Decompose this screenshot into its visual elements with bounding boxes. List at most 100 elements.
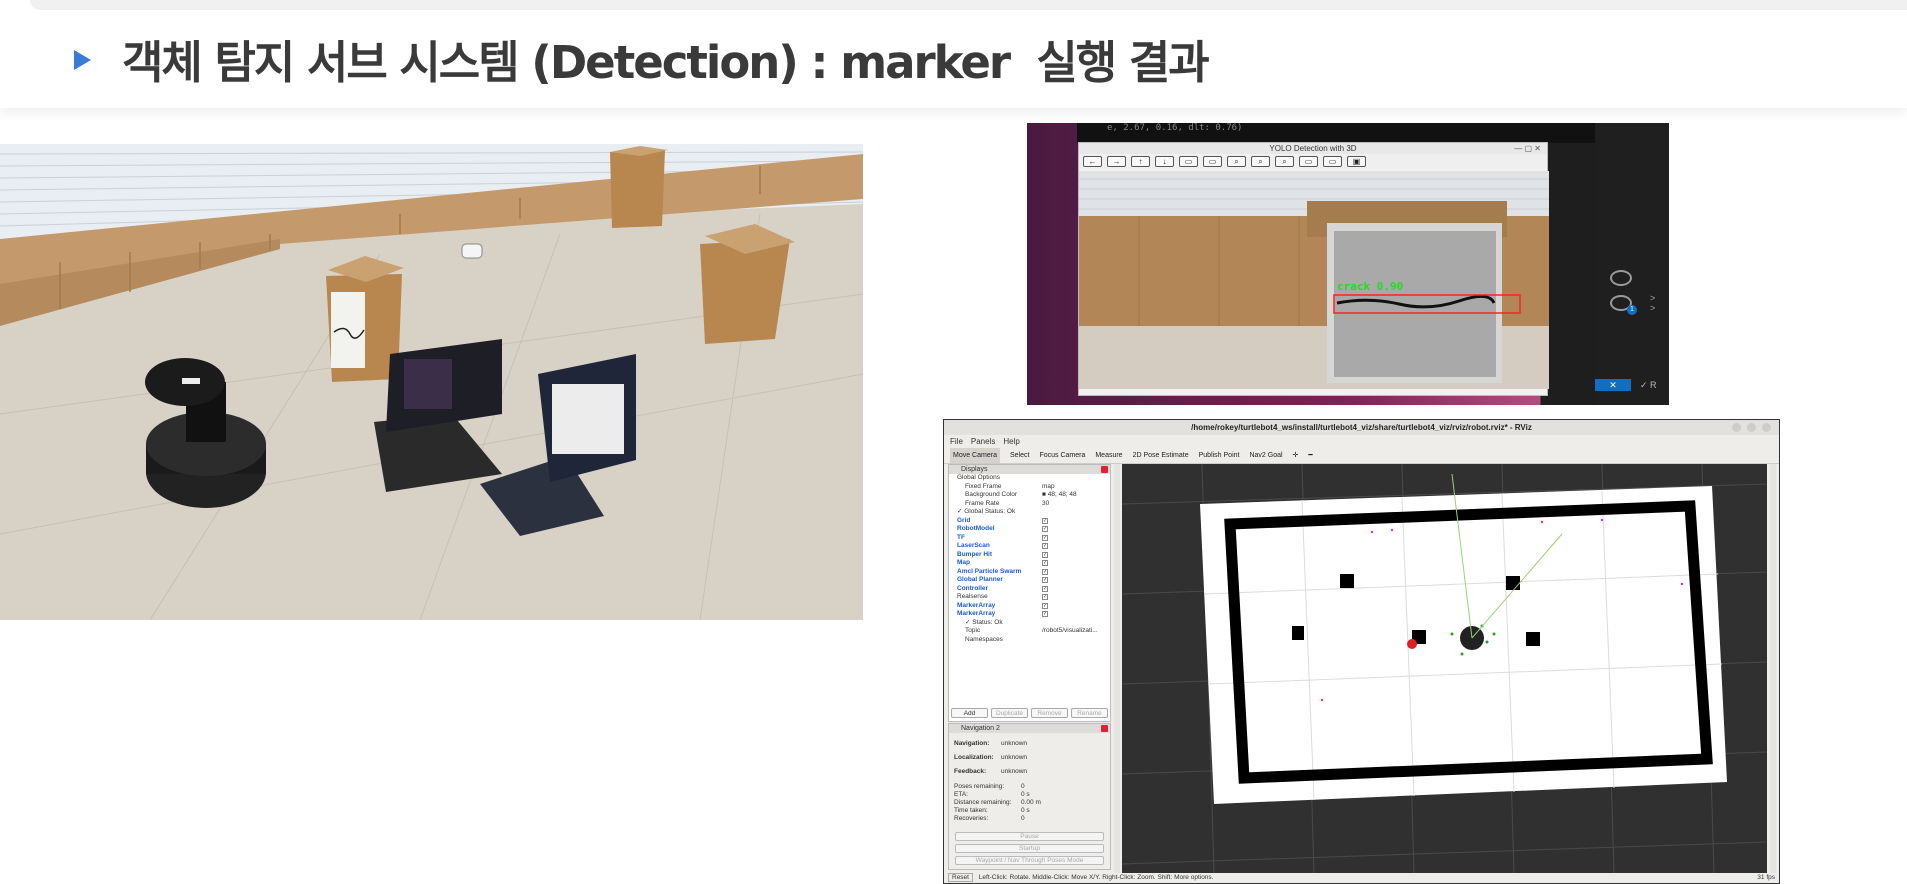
- save-image-icon[interactable]: ▭: [1299, 156, 1318, 167]
- duplicate-display-button[interactable]: Duplicate: [991, 708, 1028, 718]
- rviz-window-title: /home/rokey/turtlebot4_ws/install/turtle…: [1191, 423, 1532, 432]
- chevron-right-icon[interactable]: >: [1650, 293, 1655, 303]
- display-checkbox[interactable]: ✓: [1042, 602, 1048, 609]
- remove-tool-icon[interactable]: ━: [1308, 448, 1312, 463]
- display-row[interactable]: Grid ✓: [949, 517, 1110, 526]
- display-checkbox[interactable]: ✓: [1042, 526, 1048, 532]
- waypoint-mode-button[interactable]: Waypoint / Nav Through Poses Mode: [955, 856, 1104, 865]
- display-checkbox[interactable]: ✓: [1042, 543, 1048, 549]
- display-value[interactable]: 30: [1042, 500, 1049, 509]
- pan-down-icon[interactable]: ↓: [1155, 156, 1174, 167]
- pose-estimate-tool[interactable]: 2D Pose Estimate: [1133, 448, 1189, 463]
- display-row[interactable]: MarkerArray ✓: [949, 610, 1110, 619]
- display-row[interactable]: Controller ✓: [949, 585, 1110, 594]
- display-checkbox[interactable]: ✓: [1042, 594, 1048, 600]
- properties-icon[interactable]: ▣: [1347, 156, 1366, 167]
- display-row[interactable]: Bumper Hit ✓: [949, 551, 1110, 560]
- yolo-toolbar: ← → ↑ ↓ ▭ ▭ ⌕ ⌕ ⌕ ▭ ▭ ▣: [1079, 154, 1547, 170]
- display-label: Global Options: [957, 474, 1000, 481]
- display-row[interactable]: Background Color ■ 48; 48; 48: [949, 491, 1110, 500]
- display-row[interactable]: Global Options: [949, 474, 1110, 483]
- display-row[interactable]: ✓ Status: Ok: [949, 619, 1110, 628]
- displays-panel-header: Displays: [949, 465, 1110, 474]
- measure-tool[interactable]: Measure: [1095, 448, 1122, 463]
- nav-stat-row: ETA: 0 s: [949, 791, 1110, 799]
- detection-label: crack 0.90: [1337, 280, 1403, 293]
- view-splitter[interactable]: [1770, 464, 1776, 874]
- zoom-fit-icon[interactable]: ▭: [1203, 156, 1222, 167]
- focus-camera-tool[interactable]: Focus Camera: [1039, 448, 1085, 463]
- display-value[interactable]: /robot5/visualizati...: [1042, 627, 1098, 636]
- nav2-goal-tool[interactable]: Nav2 Goal: [1249, 448, 1282, 463]
- display-checkbox[interactable]: ✓: [1042, 517, 1048, 524]
- zoom-rect-icon[interactable]: ▭: [1179, 156, 1198, 167]
- display-row[interactable]: Topic/robot5/visualizati...: [949, 627, 1110, 636]
- startup-button[interactable]: Startup: [955, 844, 1104, 853]
- display-row[interactable]: Map ✓: [949, 559, 1110, 568]
- pause-button[interactable]: Pause: [955, 832, 1104, 841]
- display-checkbox[interactable]: ✓: [1042, 585, 1048, 592]
- publish-point-tool[interactable]: Publish Point: [1199, 448, 1240, 463]
- copy-image-icon[interactable]: ▭: [1323, 156, 1342, 167]
- zoom-out-icon[interactable]: ⌕: [1251, 156, 1270, 167]
- nav-stat-row: Recoveries: 0: [949, 815, 1110, 823]
- nav-status-row: Feedback: unknown: [949, 765, 1110, 779]
- display-checkbox[interactable]: ✓: [1042, 534, 1048, 541]
- display-checkbox[interactable]: ✓: [1042, 568, 1048, 575]
- move-camera-tool[interactable]: Move Camera: [950, 448, 1000, 463]
- pan-left-icon[interactable]: ←: [1083, 156, 1102, 167]
- display-value[interactable]: ■ 48; 48; 48: [1042, 491, 1077, 500]
- add-display-button[interactable]: Add: [951, 708, 988, 718]
- add-tool-icon[interactable]: ✛: [1293, 448, 1299, 463]
- display-row[interactable]: Namespaces: [949, 636, 1110, 645]
- remote-status-button[interactable]: ✕: [1595, 379, 1631, 391]
- nav-stat-label: Poses remaining:: [954, 783, 1005, 790]
- display-value[interactable]: map: [1042, 483, 1055, 492]
- reset-button[interactable]: Reset: [948, 873, 973, 882]
- display-row[interactable]: LaserScan ✓: [949, 542, 1110, 551]
- menu-help[interactable]: Help: [1003, 435, 1019, 448]
- display-checkbox[interactable]: ✓: [1042, 560, 1048, 566]
- display-checkbox[interactable]: ✓: [1042, 611, 1048, 617]
- zoom-reset-icon[interactable]: ⌕: [1275, 156, 1294, 167]
- panel-close-icon[interactable]: [1101, 725, 1108, 732]
- minimize-icon[interactable]: [1732, 423, 1741, 432]
- yolo-window-controls[interactable]: — ▢ ✕: [1514, 143, 1541, 154]
- display-row[interactable]: Realsense ✓: [949, 593, 1110, 602]
- pan-up-icon[interactable]: ↑: [1131, 156, 1150, 167]
- menu-panels[interactable]: Panels: [971, 435, 995, 448]
- display-row[interactable]: Fixed Frame map: [949, 483, 1110, 492]
- display-row[interactable]: Frame Rate 30: [949, 500, 1110, 509]
- display-label: Frame Rate: [965, 499, 1000, 507]
- display-buttons: Add Duplicate Remove Rename: [948, 707, 1111, 719]
- display-row[interactable]: MarkerArray ✓: [949, 602, 1110, 611]
- display-row[interactable]: Global Planner ✓: [949, 576, 1110, 585]
- display-label: Controller: [957, 584, 989, 592]
- select-tool[interactable]: Select: [1010, 448, 1029, 463]
- display-row[interactable]: ✓ Global Status: Ok: [949, 508, 1110, 517]
- panel-close-icon[interactable]: [1101, 466, 1108, 473]
- close-icon[interactable]: [1762, 423, 1771, 432]
- maximize-icon[interactable]: [1747, 423, 1756, 432]
- display-checkbox[interactable]: ✓: [1042, 577, 1048, 583]
- display-label: Bumper Hit: [957, 550, 993, 558]
- display-row[interactable]: RobotModel ✓: [949, 525, 1110, 534]
- yolo-window-title: YOLO Detection with 3D: [1269, 144, 1357, 153]
- nav-stat-label: Time taken:: [954, 807, 988, 814]
- nav-stat-row: Distance remaining: 0.00 m: [949, 799, 1110, 807]
- nav-stat-label: Recoveries:: [954, 815, 989, 822]
- display-checkbox[interactable]: ✓: [1042, 551, 1048, 558]
- yolo-detection-screenshot: e, 2.67, 0.16, dlt: 0.76) YOLO Detection…: [1027, 123, 1669, 405]
- pan-right-icon[interactable]: →: [1107, 156, 1126, 167]
- nav-status-label: Navigation:: [954, 740, 990, 747]
- rviz-3d-view[interactable]: [1122, 464, 1767, 874]
- display-row[interactable]: TF ✓: [949, 534, 1110, 543]
- panel-splitter[interactable]: [1114, 464, 1120, 874]
- account-icon[interactable]: [1610, 270, 1632, 286]
- rename-display-button[interactable]: Rename: [1071, 708, 1108, 718]
- menu-file[interactable]: File: [950, 435, 963, 448]
- display-row[interactable]: Amcl Particle Swarm ✓: [949, 568, 1110, 577]
- chevron-right-icon[interactable]: >: [1650, 303, 1655, 313]
- remove-display-button[interactable]: Remove: [1031, 708, 1068, 718]
- zoom-in-icon[interactable]: ⌕: [1227, 156, 1246, 167]
